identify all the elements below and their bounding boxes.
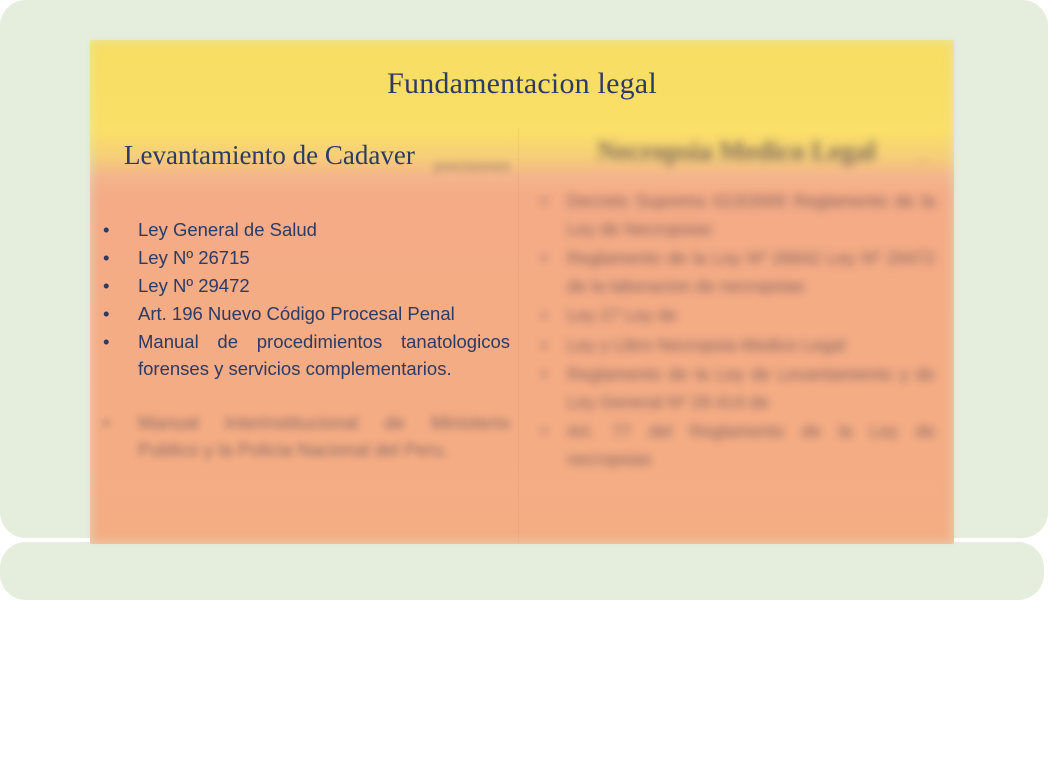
list-item: • Reglamento de la Ley Nº 26842 Ley Nº 2…: [525, 245, 945, 300]
list-item: • Ley Nº 26715: [98, 244, 518, 271]
list-item: • Manual de procedimientos tanatologicos…: [98, 328, 518, 382]
list-item: • Decreto Supremo 013/2005 Reglamento de…: [525, 188, 945, 243]
content-card: Fundamentacion legal precisiones Levanta…: [90, 40, 954, 544]
list-item-label: Art. 77 del Reglamento de la Ley de necr…: [567, 421, 935, 469]
two-column-body: precisiones Levantamiento de Cadaver • L…: [90, 128, 954, 544]
list-item-label: Decreto Supremo 013/2005 Reglamento de l…: [567, 191, 935, 239]
list-item: • Reglamento de la Ley de Levantamiento …: [525, 361, 945, 416]
bullet-icon: •: [541, 248, 548, 268]
right-column-heading-tail: ...: [917, 150, 928, 165]
left-blurred-list-item: • Manual Interinstitucional de Ministeri…: [98, 409, 518, 463]
left-column-heading: Levantamiento de Cadaver: [124, 140, 415, 170]
list-item-label: Ley General de Salud: [138, 219, 317, 240]
right-column: Necropsia Medico Legal ... • Decreto Sup…: [519, 128, 954, 544]
list-item-label: Ley y Libro Necropsia Medico Legal: [567, 334, 846, 355]
list-item: • Art. 196 Nuevo Código Procesal Penal: [98, 300, 518, 327]
bullet-icon: •: [103, 303, 110, 324]
bullet-icon: •: [103, 247, 110, 268]
slide-footer-plate: [0, 542, 1044, 600]
bullet-icon: •: [541, 421, 548, 441]
list-item-label: Ley 27 Ley de: [567, 305, 677, 325]
list-item: • Ley Nº 29472: [98, 272, 518, 299]
list-item-label: Reglamento de la Ley de Levantamiento y …: [567, 364, 935, 412]
bullet-icon: •: [103, 275, 110, 296]
list-item-label: Ley Nº 29472: [138, 275, 250, 296]
list-item: • Ley General de Salud: [98, 216, 518, 243]
list-item-label: Manual de procedimientos tanatologicos f…: [138, 331, 510, 379]
bullet-icon: •: [541, 305, 548, 325]
bullet-icon: •: [541, 334, 548, 355]
right-column-heading: Necropsia Medico Legal: [597, 136, 876, 166]
bullet-icon: •: [103, 331, 110, 352]
slide-canvas: Fundamentacion legal precisiones Levanta…: [0, 0, 1062, 777]
list-item-label: Art. 196 Nuevo Código Procesal Penal: [138, 303, 455, 324]
list-item: • Ley y Libro Necropsia Medico Legal: [525, 332, 945, 360]
list-item: • Art. 77 del Reglamento de la Ley de ne…: [525, 418, 945, 473]
right-bullet-list: • Decreto Supremo 013/2005 Reglamento de…: [525, 188, 945, 475]
bullet-icon: •: [103, 219, 110, 240]
list-item-label: Ley Nº 26715: [138, 247, 250, 268]
list-item-label: Manual Interinstitucional de Ministerio …: [138, 412, 510, 460]
title-banner: Fundamentacion legal: [90, 40, 954, 128]
page-title: Fundamentacion legal: [387, 67, 657, 100]
list-item-label: Reglamento de la Ley Nº 26842 Ley Nº 294…: [567, 248, 935, 296]
list-item: • Ley 27 Ley de: [525, 302, 945, 330]
bullet-icon: •: [541, 364, 548, 384]
bullet-icon: •: [541, 191, 548, 211]
left-bullet-list: • Ley General de Salud • Ley Nº 26715 • …: [98, 216, 518, 383]
bullet-icon: •: [103, 412, 110, 433]
left-column: precisiones Levantamiento de Cadaver • L…: [90, 128, 518, 544]
